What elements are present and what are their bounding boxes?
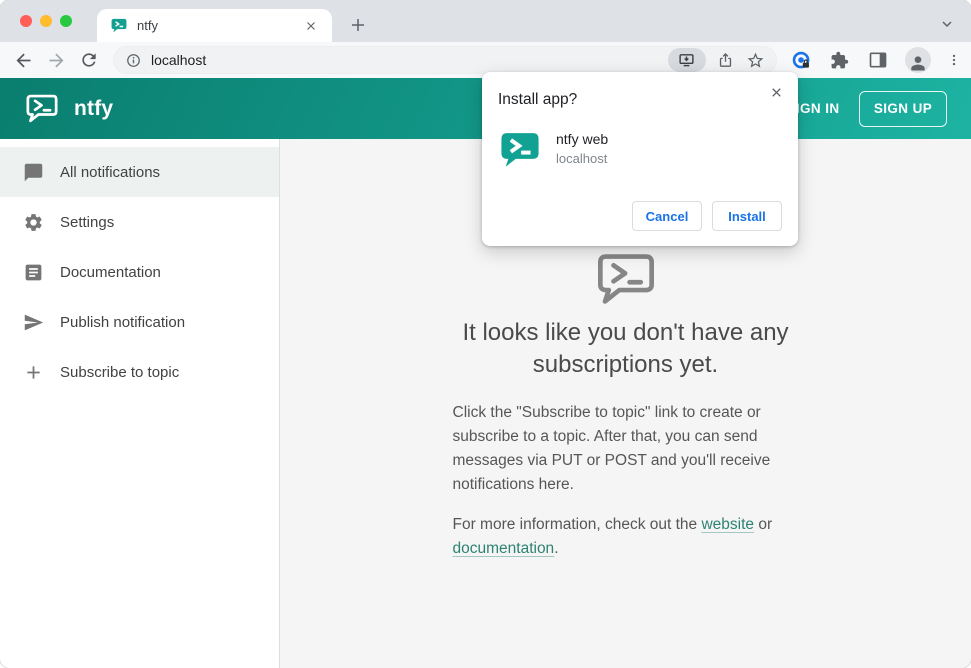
- website-link[interactable]: website: [701, 516, 754, 533]
- chat-bubble-icon: [24, 163, 43, 181]
- sidebar-item-settings[interactable]: Settings: [0, 197, 279, 247]
- back-button[interactable]: [10, 46, 37, 74]
- cancel-button[interactable]: Cancel: [632, 201, 702, 231]
- ntfy-app-icon: [501, 133, 539, 167]
- address-bar[interactable]: localhost: [112, 46, 777, 74]
- empty-state-heading: It looks like you don't have any subscri…: [462, 319, 789, 378]
- sidebar: All notifications Settings Documentation…: [0, 139, 280, 668]
- bookmark-star-icon[interactable]: [744, 48, 768, 72]
- install-dialog-app-name: ntfy web: [556, 131, 609, 147]
- empty-state-paragraph: For more information, check out the webs…: [453, 513, 799, 561]
- sidebar-item-label: Publish notification: [60, 313, 186, 331]
- password-manager-extension-icon[interactable]: [791, 49, 813, 71]
- app-title: ntfy: [74, 96, 114, 120]
- install-app-icon[interactable]: [667, 48, 706, 72]
- minimize-window-button[interactable]: [40, 15, 52, 27]
- paragraph-text: For more information, check out the: [452, 516, 702, 533]
- sidebar-item-publish-notification[interactable]: Publish notification: [0, 297, 279, 347]
- ntfy-empty-state-logo-icon: [597, 254, 654, 304]
- share-icon[interactable]: [714, 48, 738, 72]
- forward-button: [43, 46, 70, 74]
- ntfy-favicon-icon: [111, 18, 127, 32]
- browser-menu-kebab-icon[interactable]: [947, 49, 961, 71]
- close-window-button[interactable]: [20, 15, 32, 27]
- empty-state-text: Click the "Subscribe to topic" link to c…: [453, 401, 799, 561]
- empty-state-paragraph: Click the "Subscribe to topic" link to c…: [452, 404, 771, 493]
- ntfy-logo-icon: [26, 94, 58, 122]
- window-controls: [20, 15, 72, 27]
- sidebar-item-documentation[interactable]: Documentation: [0, 247, 279, 297]
- extensions-puzzle-icon[interactable]: [829, 49, 851, 71]
- tab-strip: ntfy: [0, 0, 971, 42]
- sidebar-item-label: Subscribe to topic: [60, 363, 180, 381]
- install-button[interactable]: Install: [712, 201, 782, 231]
- install-dialog-app-origin: localhost: [556, 151, 608, 166]
- side-panel-icon[interactable]: [867, 49, 889, 71]
- sidebar-item-subscribe-to-topic[interactable]: Subscribe to topic: [0, 347, 279, 397]
- paragraph-text: .: [554, 540, 559, 557]
- zoom-window-button[interactable]: [60, 15, 72, 27]
- install-dialog-title: Install app?: [498, 91, 578, 108]
- sign-up-button[interactable]: SIGN UP: [859, 90, 947, 127]
- tab-search-chevron-icon[interactable]: [937, 14, 957, 34]
- send-icon: [24, 314, 44, 330]
- plus-icon: [27, 365, 40, 379]
- sidebar-item-label: All notifications: [60, 163, 161, 181]
- browser-window: ntfy localhost ntfy SIGN IN SIGN UP All …: [0, 0, 971, 668]
- sidebar-item-all-notifications[interactable]: All notifications: [0, 147, 279, 197]
- profile-avatar[interactable]: [904, 47, 931, 73]
- article-icon: [25, 264, 42, 280]
- browser-tab-ntfy[interactable]: ntfy: [97, 9, 332, 42]
- site-info-icon[interactable]: [126, 53, 141, 68]
- new-tab-button[interactable]: [346, 13, 370, 37]
- reload-button[interactable]: [76, 46, 103, 74]
- url-text[interactable]: localhost: [151, 52, 668, 68]
- documentation-link[interactable]: documentation: [453, 540, 555, 557]
- sidebar-item-label: Settings: [60, 213, 115, 231]
- dialog-close-icon[interactable]: [766, 82, 786, 102]
- tab-title: ntfy: [137, 18, 158, 33]
- install-app-dialog: Install app? ntfy web localhost Cancel I…: [482, 72, 798, 246]
- paragraph-text: or: [754, 516, 773, 533]
- gear-icon: [25, 213, 42, 231]
- sidebar-item-label: Documentation: [60, 263, 161, 281]
- extensions-area: [791, 47, 961, 73]
- tab-close-icon[interactable]: [302, 17, 320, 35]
